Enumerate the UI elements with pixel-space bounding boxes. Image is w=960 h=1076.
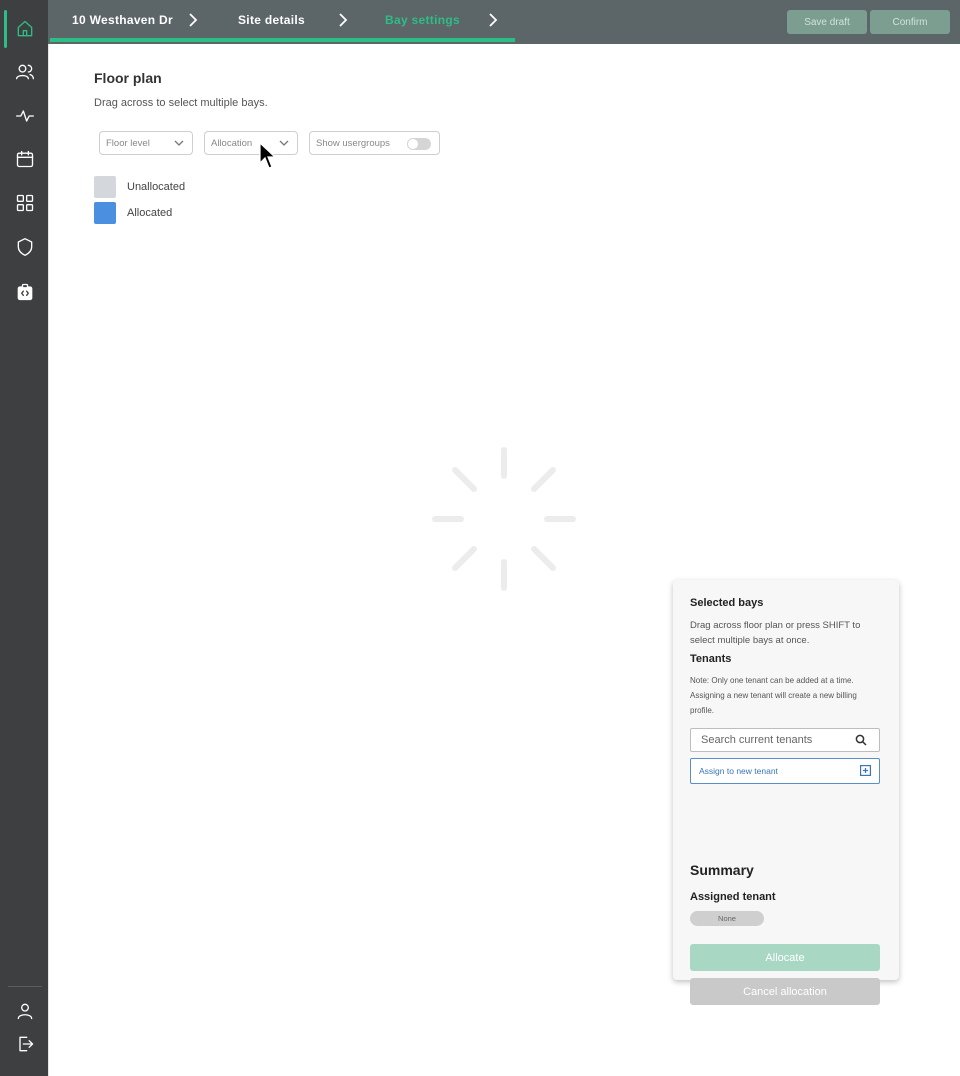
add-square-icon <box>860 765 872 777</box>
tenants-note: Note: Only one tenant can be added at a … <box>690 676 857 715</box>
save-draft-button[interactable]: Save draft <box>787 10 867 34</box>
confirm-button[interactable]: Confirm <box>870 10 950 34</box>
step-progress-bar <box>50 38 515 42</box>
search-placeholder: Search current tenants <box>701 734 813 746</box>
toggle-switch[interactable] <box>407 138 431 150</box>
selected-bays-panel: Selected bays Drag across floor plan or … <box>673 580 899 1005</box>
show-usergroups-label: Show usergroups <box>316 137 390 149</box>
chevron-right-icon <box>186 12 200 28</box>
legend-label-unallocated: Unallocated <box>127 181 186 193</box>
home-icon[interactable] <box>12 16 38 42</box>
page-subtitle: Drag across to select multiple bays. <box>94 97 268 109</box>
chevron-right-icon <box>336 12 350 28</box>
main-content: Floor plan Drag across to select multipl… <box>48 44 960 1076</box>
badge-code-icon[interactable] <box>12 279 38 305</box>
allocation-label: Allocation <box>211 137 253 149</box>
selected-bays-title: Selected bays <box>690 597 764 609</box>
page-title: Floor plan <box>94 70 162 86</box>
breadcrumb-property[interactable]: 10 Westhaven Dr <box>72 13 173 27</box>
chevron-right-icon <box>486 12 500 28</box>
shield-icon[interactable] <box>12 234 38 260</box>
top-bar: 10 Westhaven Dr Site details Bay setting… <box>48 0 960 44</box>
loading-spinner-icon <box>432 447 576 591</box>
legend-swatch-unallocated <box>94 176 116 198</box>
legend-label-allocated: Allocated <box>127 207 173 219</box>
chevron-down-icon <box>279 138 289 148</box>
users-icon[interactable] <box>12 59 38 85</box>
grid-icon[interactable] <box>12 190 38 216</box>
floor-level-dropdown[interactable]: Floor level <box>99 131 193 155</box>
assigned-tenant-title: Assigned tenant <box>690 891 776 903</box>
chevron-down-icon <box>174 138 184 148</box>
breadcrumb-site-details[interactable]: Site details <box>238 13 305 27</box>
assign-new-tenant-button[interactable]: Assign to new tenant <box>690 758 880 784</box>
activity-icon[interactable] <box>12 103 38 129</box>
allocate-button[interactable]: Allocate <box>690 944 880 971</box>
assign-new-tenant-label: Assign to new tenant <box>699 766 778 776</box>
breadcrumb-bay-settings[interactable]: Bay settings <box>385 13 460 27</box>
cancel-allocation-button[interactable]: Cancel allocation <box>690 978 880 1005</box>
floor-level-label: Floor level <box>106 137 150 149</box>
logout-icon[interactable] <box>12 1031 38 1057</box>
sidebar <box>0 0 48 1076</box>
mouse-cursor-icon <box>259 142 277 169</box>
calendar-icon[interactable] <box>12 146 38 172</box>
sidebar-divider <box>8 986 42 987</box>
selected-bays-description: Drag across floor plan or press SHIFT to… <box>690 620 861 646</box>
search-icon[interactable] <box>855 734 867 746</box>
tenants-title: Tenants <box>690 653 732 665</box>
assigned-tenant-badge: None <box>690 911 764 926</box>
tenant-search-input[interactable]: Search current tenants <box>690 728 880 752</box>
allocation-dropdown[interactable]: Allocation <box>204 131 298 155</box>
profile-icon[interactable] <box>12 998 38 1024</box>
legend-swatch-allocated <box>94 202 116 224</box>
summary-title: Summary <box>690 862 754 878</box>
sidebar-active-indicator <box>4 10 7 48</box>
show-usergroups-toggle[interactable]: Show usergroups <box>309 131 440 155</box>
